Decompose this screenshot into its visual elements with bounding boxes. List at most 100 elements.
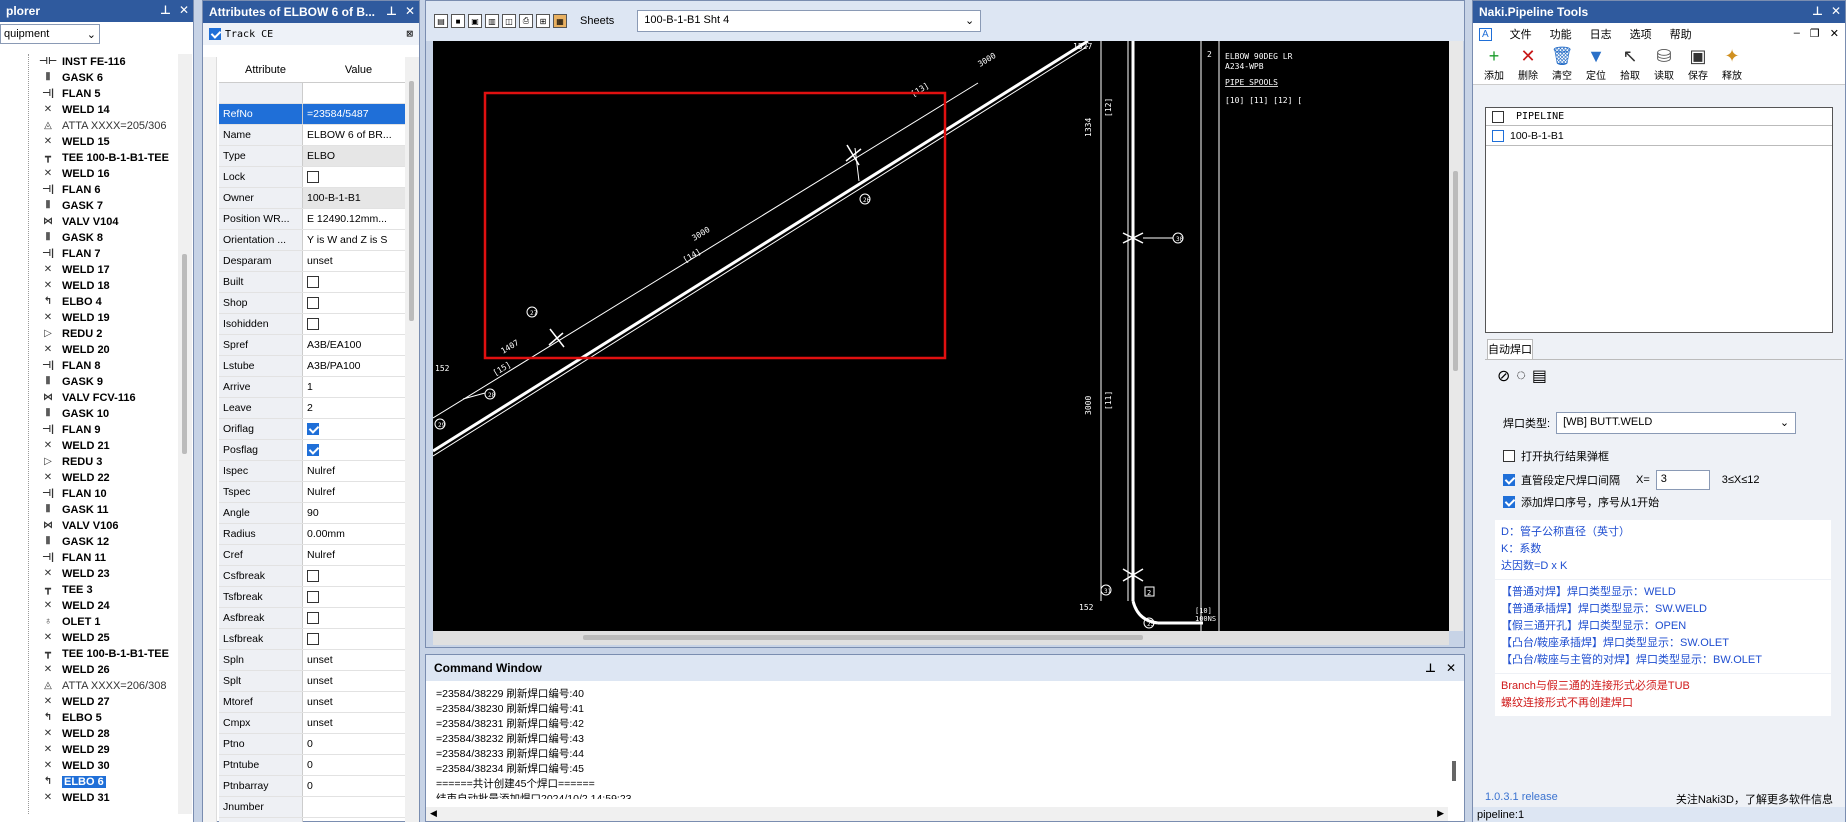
attribute-checkbox[interactable] bbox=[307, 276, 319, 288]
attribute-row[interactable]: Ptno 0 bbox=[219, 734, 405, 755]
tree-item[interactable]: ✕ WELD 30 bbox=[0, 758, 178, 774]
attribute-row[interactable]: RefNo =23584/5487 bbox=[219, 104, 405, 125]
attribute-value[interactable] bbox=[303, 293, 405, 313]
pin-icon[interactable]: ⊥ bbox=[160, 3, 171, 17]
ribbon-button[interactable]: ⛁ 读取 bbox=[1651, 45, 1677, 84]
tree-item[interactable]: ⫴ GASK 9 bbox=[0, 374, 178, 390]
attribute-row[interactable]: Desparam unset bbox=[219, 251, 405, 272]
tree-item[interactable]: ⋈ VALV V106 bbox=[0, 518, 178, 534]
attribute-row[interactable]: Posflag bbox=[219, 440, 405, 461]
tree-item[interactable]: ⊣| FLAN 9 bbox=[0, 422, 178, 438]
pin-icon[interactable]: ⊥ bbox=[1812, 4, 1823, 18]
print-icon[interactable]: ⎙ bbox=[519, 14, 533, 28]
close-icon[interactable]: ✕ bbox=[179, 3, 189, 17]
attribute-row[interactable]: Name ELBOW 6 of BR... bbox=[219, 125, 405, 146]
attribute-row[interactable]: Splt unset bbox=[219, 671, 405, 692]
ribbon-button[interactable]: ↖ 拾取 bbox=[1617, 45, 1643, 84]
attribute-value[interactable] bbox=[303, 608, 405, 628]
tree-item[interactable]: ✕ WELD 22 bbox=[0, 470, 178, 486]
weld-type-select[interactable]: [WB] BUTT.WELD ⌄ bbox=[1556, 412, 1797, 434]
attribute-row[interactable]: Shop bbox=[219, 293, 405, 314]
weld-list-icon[interactable]: ▤ bbox=[1532, 366, 1547, 386]
tree-item[interactable]: ✕ WELD 27 bbox=[0, 694, 178, 710]
attribute-row[interactable]: Cmpx unset bbox=[219, 713, 405, 734]
tree-item[interactable]: ↰ ELBO 5 bbox=[0, 710, 178, 726]
weld-circle-icon[interactable]: ⊘ bbox=[1497, 366, 1510, 386]
attribute-row[interactable]: Cref Nulref bbox=[219, 545, 405, 566]
tree-item[interactable]: ✕ WELD 15 bbox=[0, 134, 178, 150]
ribbon-button[interactable]: + 添加 bbox=[1481, 45, 1507, 84]
attribute-value[interactable]: 2 bbox=[303, 398, 405, 418]
new-document-icon[interactable]: ▤ bbox=[434, 14, 448, 28]
attribute-row[interactable]: Oriflag bbox=[219, 419, 405, 440]
attribute-row[interactable]: Radius 0.00mm bbox=[219, 524, 405, 545]
attribute-row[interactable]: Csfbreak bbox=[219, 566, 405, 587]
weld-dashed-circle-icon[interactable]: ◌ bbox=[1516, 367, 1526, 385]
tree-item[interactable]: ⫴ GASK 12 bbox=[0, 534, 178, 550]
save-all-icon[interactable]: ▣ bbox=[468, 14, 482, 28]
explorer-filter-select[interactable]: quipment ⌄ bbox=[0, 24, 100, 44]
menu-options[interactable]: 选项 bbox=[1630, 26, 1652, 42]
filter-clear-icon[interactable]: ⊠ bbox=[406, 27, 413, 40]
tree-item[interactable]: ⋈ VALV FCV-116 bbox=[0, 390, 178, 406]
tree-item[interactable]: ◬ ATTA XXXX=205/306 bbox=[0, 118, 178, 134]
attribute-value[interactable] bbox=[303, 566, 405, 586]
tree-item[interactable]: ⋈ VALV V104 bbox=[0, 214, 178, 230]
tree-item[interactable]: ┳ TEE 3 bbox=[0, 582, 178, 598]
pipeline-row-checkbox[interactable] bbox=[1492, 129, 1504, 142]
pin-icon[interactable]: ⊥ bbox=[1425, 661, 1436, 675]
attribute-row[interactable]: Ispec Nulref bbox=[219, 461, 405, 482]
attribute-value[interactable]: 0 bbox=[303, 755, 405, 775]
tree-item[interactable]: ⫴ GASK 11 bbox=[0, 502, 178, 518]
attribute-row[interactable]: Tspec Nulref bbox=[219, 482, 405, 503]
track-ce-checkbox[interactable] bbox=[209, 28, 221, 40]
attribute-row[interactable]: Orientation ... Y is W and Z is S bbox=[219, 230, 405, 251]
tree-item[interactable]: ◬ ATTA XXXX=206/308 bbox=[0, 678, 178, 694]
close-icon[interactable]: ✕ bbox=[1831, 4, 1841, 18]
attribute-value[interactable]: 1 bbox=[303, 377, 405, 397]
tree-item[interactable]: ✕ WELD 25 bbox=[0, 630, 178, 646]
tree-item[interactable]: ✕ WELD 19 bbox=[0, 310, 178, 326]
ribbon-button[interactable]: ✦ 释放 bbox=[1719, 45, 1745, 84]
select-all-checkbox[interactable] bbox=[1492, 110, 1504, 123]
tree-item[interactable]: ⫴ GASK 7 bbox=[0, 198, 178, 214]
attribute-row[interactable]: Angle 90 bbox=[219, 503, 405, 524]
attribute-value[interactable] bbox=[303, 314, 405, 334]
attribute-checkbox[interactable] bbox=[307, 297, 319, 309]
explorer-scrollbar[interactable] bbox=[178, 54, 192, 814]
pipeline-row[interactable]: 100-B-1-B1 bbox=[1486, 126, 1832, 146]
col-value[interactable]: Value bbox=[312, 57, 405, 82]
attribute-row[interactable]: Lock bbox=[219, 167, 405, 188]
attribute-row[interactable]: Arrive 1 bbox=[219, 377, 405, 398]
tree-item[interactable]: ⊣| FLAN 7 bbox=[0, 246, 178, 262]
attribute-value[interactable]: E 12490.12mm... bbox=[303, 209, 405, 229]
tab-auto-weld[interactable]: 自动焊口 bbox=[1487, 339, 1533, 359]
tree-item[interactable]: ⫴ GASK 8 bbox=[0, 230, 178, 246]
tree-item[interactable]: ✕ WELD 28 bbox=[0, 726, 178, 742]
attribute-value[interactable]: Nulref bbox=[303, 545, 405, 565]
minimize-icon[interactable]: – bbox=[1794, 27, 1800, 40]
attribute-value[interactable]: ELBO bbox=[303, 146, 405, 166]
ribbon-button[interactable]: ▣ 保存 bbox=[1685, 45, 1711, 84]
ribbon-button[interactable]: ▼ 定位 bbox=[1583, 45, 1609, 84]
tree-item[interactable]: ⫴ GASK 10 bbox=[0, 406, 178, 422]
attribute-value[interactable]: unset bbox=[303, 818, 405, 822]
tree-item[interactable]: ↰ ELBO 4 bbox=[0, 294, 178, 310]
attribute-value[interactable]: Y is W and Z is S bbox=[303, 230, 405, 250]
scroll-left-icon[interactable]: ◀ bbox=[430, 808, 437, 819]
drawing-canvas[interactable]: 26 27 28 29 3000 [13] 3000 [14] 1407 [15… bbox=[433, 41, 1449, 631]
drawing-vscrollbar[interactable] bbox=[1449, 41, 1463, 631]
attribute-checkbox[interactable] bbox=[307, 318, 319, 330]
print-setup-icon[interactable]: ⊞ bbox=[536, 14, 550, 28]
attribute-checkbox[interactable] bbox=[307, 612, 319, 624]
drawing-vscroll-thumb[interactable] bbox=[1453, 171, 1458, 371]
attributes-scrollbar[interactable] bbox=[405, 57, 419, 822]
attribute-value[interactable] bbox=[303, 167, 405, 187]
save-icon[interactable]: ■ bbox=[451, 14, 465, 28]
tree-item[interactable]: ✕ WELD 17 bbox=[0, 262, 178, 278]
scroll-right-icon[interactable]: ▶ bbox=[1437, 808, 1444, 819]
restore-icon[interactable]: ❐ bbox=[1810, 27, 1820, 40]
attribute-row[interactable]: Jnumber bbox=[219, 797, 405, 818]
tree-item[interactable]: ✕ WELD 14 bbox=[0, 102, 178, 118]
command-hscrollbar[interactable]: ◀ ▶ bbox=[426, 807, 1448, 821]
